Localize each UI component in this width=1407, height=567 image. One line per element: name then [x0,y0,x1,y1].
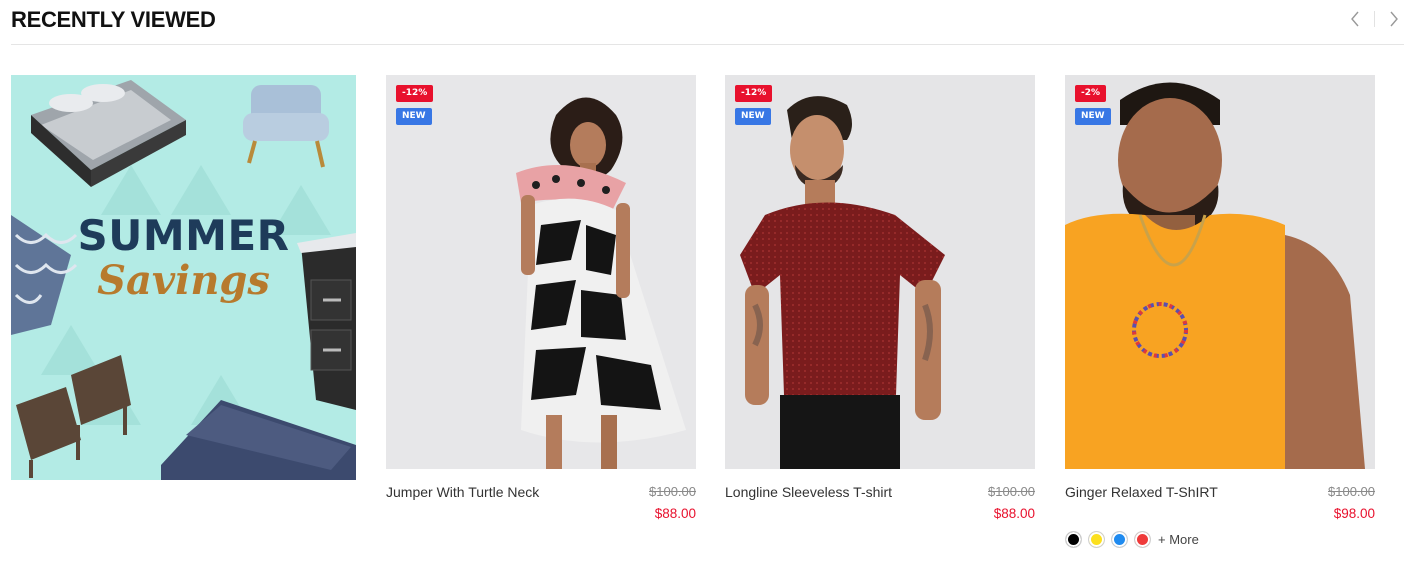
section-title: RECENTLY VIEWED [11,7,216,32]
color-swatch-blue[interactable] [1111,531,1128,548]
nav-divider [1374,11,1375,27]
product-name[interactable]: Ginger Relaxed T-ShIRT [1065,484,1218,500]
discount-badge: -12% [735,85,773,102]
product-name[interactable]: Jumper With Turtle Neck [386,484,539,500]
product-card: -12% NEW Longline Sleeveless T-shirt $10… [725,75,1035,521]
discount-badge: -12% [396,85,434,102]
product-card: -12% NEW Jumper With Turtle Neck $100.00… [386,75,696,521]
new-badge: NEW [396,108,432,125]
original-price: $100.00 [649,484,696,499]
color-swatch-black[interactable] [1065,531,1082,548]
more-colors-link[interactable]: + More [1158,532,1199,547]
discount-badge: -2% [1075,85,1107,102]
sofa-icon [161,400,356,480]
bed-icon [31,80,186,187]
product-image[interactable]: -12% NEW [725,75,1035,469]
chevron-left-icon[interactable] [1345,9,1365,29]
product-photo-red-tshirt [725,75,1035,469]
sale-price: $98.00 [1333,506,1375,521]
original-price: $100.00 [988,484,1035,499]
product-name[interactable]: Longline Sleeveless T-shirt [725,484,892,500]
original-price: $100.00 [1328,484,1375,499]
section-header: RECENTLY VIEWED [11,0,1404,45]
banner-title: SUMMER [77,211,290,260]
sale-price: $88.00 [654,506,696,521]
armchair-icon [243,85,329,168]
summer-savings-banner[interactable]: SUMMER Savings [11,75,356,480]
product-card: -2% NEW Ginger Relaxed T-ShIRT $100.00 $… [1065,75,1375,548]
product-photo-orange-tank [1065,75,1375,469]
sale-price: $88.00 [993,506,1035,521]
new-badge: NEW [1075,108,1111,125]
color-swatch-yellow[interactable] [1088,531,1105,548]
new-badge: NEW [735,108,771,125]
chevron-right-icon[interactable] [1384,9,1404,29]
banner-subtitle: Savings [97,257,270,304]
product-image[interactable]: -2% NEW [1065,75,1375,469]
color-swatches: + More [1065,531,1199,548]
product-photo-dress [386,75,696,469]
carousel-nav [1345,9,1404,29]
product-image[interactable]: -12% NEW [386,75,696,469]
color-swatch-red[interactable] [1134,531,1151,548]
